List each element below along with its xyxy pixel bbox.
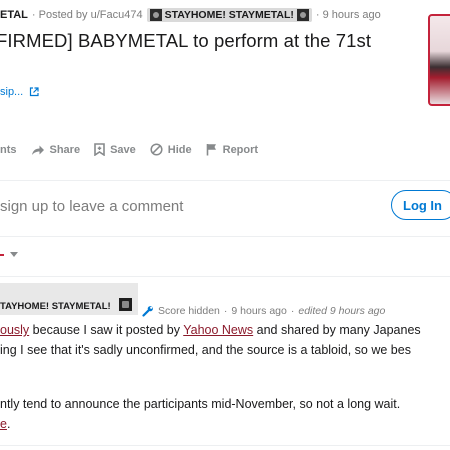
share-button[interactable]: Share (31, 143, 81, 156)
bookmark-icon (94, 143, 105, 156)
wrench-icon (142, 306, 153, 317)
subreddit-name[interactable]: ETAL (0, 9, 28, 21)
chevron-down-icon (10, 252, 18, 257)
post-time[interactable]: · 9 hours ago (316, 9, 381, 21)
posted-by[interactable]: · Posted by u/Facu474 (32, 9, 143, 21)
comment-text: . (6, 417, 11, 431)
divider (0, 180, 450, 181)
user-flair-text: STAYHOME! STAYMETAL! (164, 9, 294, 21)
comment-time[interactable]: 9 hours ago (231, 305, 286, 317)
post-actions: nts Share Save Hide Report (0, 143, 272, 156)
hide-icon (150, 143, 163, 156)
comment-text: and shared by many Japanes (253, 323, 421, 337)
flair-avatar-icon (296, 9, 309, 21)
separator: · (223, 305, 228, 317)
comment-link[interactable]: ously (0, 323, 29, 337)
comment-line: ntly tend to announce the participants m… (0, 397, 401, 411)
external-link-icon (30, 87, 39, 97)
divider (0, 236, 450, 237)
comment-meta: Score hidden · 9 hours ago · edited 9 ho… (142, 305, 385, 317)
comment-edited: edited 9 hours ago (298, 305, 386, 317)
comment-line: ing I see that it's sadly unconfirmed, a… (0, 343, 411, 357)
login-button[interactable]: Log In (391, 190, 450, 220)
post-thumbnail[interactable] (428, 14, 450, 106)
post-link[interactable]: sip... (0, 86, 39, 98)
separator: · (290, 305, 295, 317)
flair-avatar-icon (149, 9, 162, 21)
flair-avatar-icon (118, 298, 132, 311)
post-meta: ETAL · Posted by u/Facu474 STAYHOME! STA… (0, 8, 381, 22)
save-button[interactable]: Save (94, 143, 136, 156)
comment-line: e. (0, 417, 10, 431)
report-button[interactable]: Report (206, 143, 258, 156)
post-title[interactable]: FIRMED] BABYMETAL to perform at the 71st (0, 30, 371, 52)
comment-link[interactable]: e (0, 417, 7, 431)
flag-icon (206, 144, 216, 156)
yahoo-news-link[interactable]: Yahoo News (183, 323, 253, 337)
comment-text: because I saw it posted by (29, 323, 184, 337)
comments-button[interactable]: nts (0, 144, 17, 156)
hide-button[interactable]: Hide (150, 143, 192, 156)
share-label: Share (49, 143, 81, 156)
post-link-text[interactable]: sip... (0, 86, 23, 98)
signup-prompt: sign up to leave a comment (0, 198, 184, 215)
user-flair: STAYHOME! STAYMETAL! (146, 8, 312, 22)
comment-line: ously because I saw it posted by Yahoo N… (0, 323, 421, 337)
report-label: Report (222, 143, 259, 156)
comment-user-flair: TAYHOME! STAYMETAL! (0, 283, 138, 315)
save-label: Save (110, 143, 136, 156)
hide-label: Hide (167, 143, 192, 156)
comment-score: Score hidden (158, 305, 220, 317)
sort-dropdown[interactable] (0, 252, 18, 257)
divider (0, 276, 450, 277)
sort-indicator (0, 253, 4, 256)
comments-label: nts (0, 143, 17, 156)
share-icon (31, 145, 44, 155)
comment-flair-text: TAYHOME! STAYMETAL! (0, 301, 111, 312)
divider (0, 445, 450, 446)
